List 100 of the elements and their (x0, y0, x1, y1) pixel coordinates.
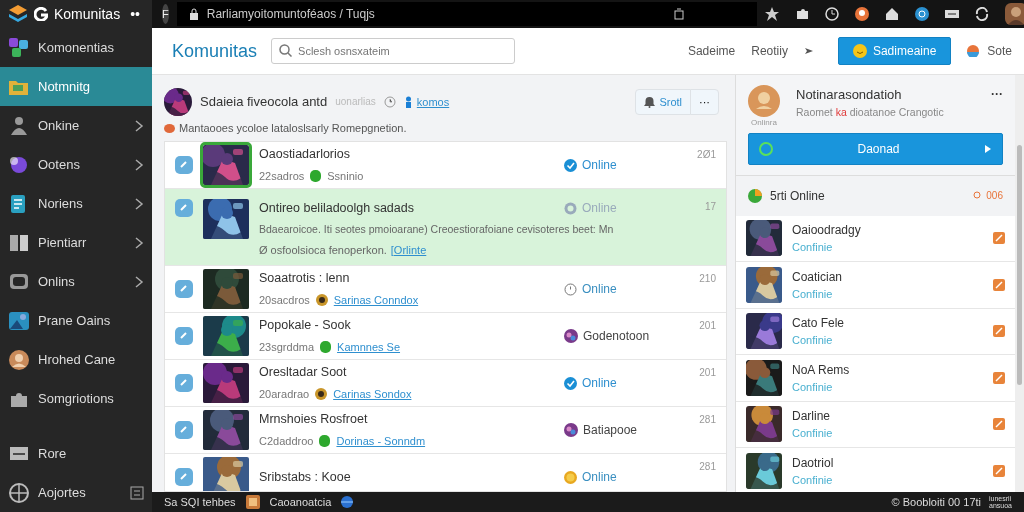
row-description: Ø osfoolsioca fenoperkon. (259, 242, 387, 258)
row-link[interactable]: Ssninio (327, 168, 364, 185)
page-title: Komunitas (172, 39, 258, 63)
member-status: Confinie (792, 426, 834, 442)
link-icon[interactable] (175, 199, 193, 217)
member-name: Cato Fele (792, 315, 846, 333)
member-row[interactable]: NoA Rems Confinie (736, 355, 1015, 402)
refresh-icon[interactable] (974, 7, 989, 21)
lock-icon (188, 8, 199, 20)
member-row[interactable]: Daotriol Confinie (736, 448, 1015, 492)
member-status: Confinie (792, 333, 834, 349)
list-row[interactable]: Mrnshoies Rosfroet C2daddroo Dorinas - Sonndm Batiapooe 281 (165, 407, 726, 454)
sidebar-item[interactable]: Hrohed Cane (0, 340, 152, 379)
row-title: Ontireo beliladoolgh sadads (259, 200, 414, 217)
link-icon[interactable] (175, 374, 193, 392)
scrollbar[interactable] (1015, 75, 1024, 492)
sidebar-item[interactable]: Prane Oains (0, 301, 152, 340)
status-label: Godenotoon (583, 328, 650, 345)
row-number: 281 (698, 413, 716, 427)
profile-name: Notinarasondatioh (796, 86, 903, 104)
record-icon[interactable] (854, 7, 869, 21)
row-link[interactable]: Carinas Sondox (333, 386, 412, 403)
link-icon[interactable] (175, 468, 193, 486)
edit-icon[interactable] (993, 278, 1005, 291)
list-row[interactable]: Popokale - Sook 23sgrddma Kamnnes Se Godenotoon 201 (165, 313, 726, 360)
member-row[interactable]: Coatician Confinie (736, 262, 1015, 309)
post-subtitle: uonarlias (335, 95, 376, 110)
star-icon[interactable] (764, 7, 779, 21)
row-count: 22sadros (259, 169, 305, 185)
sidebar-item[interactable]: Somgriotions (0, 379, 152, 418)
member-row[interactable]: Oaioodradgy Confinie (736, 215, 1015, 263)
link-icon[interactable] (175, 280, 193, 298)
member-row[interactable]: Darline Confinie (736, 401, 1015, 449)
tab-button[interactable]: F (162, 4, 169, 24)
list-row[interactable]: Ontireo beliladoolgh sadads Online Bdaearoicoe. Iti seotes pmoioarane) Creoestiorafoiane cevisoteres beet: Mn Ø osfoolsioca fenoperkon. [Orlinte 17 (165, 189, 726, 266)
member-name: Oaioodradgy (792, 222, 862, 240)
member-status: Confinie (792, 379, 834, 395)
search-field[interactable]: Sclesh osnsxateim (271, 38, 516, 64)
link-icon[interactable] (175, 327, 193, 345)
sidebar-item[interactable]: Onkine (0, 106, 152, 145)
status-label: Online (582, 157, 617, 174)
row-link[interactable]: Dorinas - Sonndm (336, 433, 426, 450)
scrollbar-thumb[interactable] (1017, 145, 1022, 385)
sidebar-item[interactable]: Notmnitg (0, 67, 152, 106)
brand-menu[interactable]: •• (130, 3, 140, 25)
edit-icon[interactable] (993, 371, 1005, 384)
chevron-icon (984, 144, 992, 154)
member-name: Coatician (792, 268, 844, 286)
edit-icon[interactable] (993, 325, 1005, 338)
member-status: Confinie (792, 472, 834, 488)
brand-name: Komunitas (54, 4, 121, 24)
clock-icon[interactable] (824, 7, 839, 21)
status-label: Online (582, 469, 617, 486)
profile-link[interactable]: Sote (967, 42, 1012, 60)
row-link[interactable]: Kamnnes Se (337, 339, 401, 356)
avatar-caption: Onlinra (751, 117, 777, 129)
sidebar-item[interactable]: Komonentias (0, 28, 152, 67)
link-icon[interactable] (175, 156, 193, 174)
sidebar-item[interactable]: Noriens (0, 184, 152, 223)
more-button[interactable]: ··· (991, 85, 1003, 103)
online-count: 006 (972, 188, 1003, 204)
edit-icon[interactable] (993, 232, 1005, 245)
sidebar-item[interactable]: Onlins (0, 262, 152, 301)
card-icon[interactable] (944, 7, 959, 21)
edit-icon[interactable] (993, 418, 1005, 431)
copyright-text: © Boobloiti 00 17ti (891, 494, 982, 510)
g-logo-icon (34, 7, 48, 21)
sidebar-item[interactable]: Rore (0, 434, 152, 473)
send-icon[interactable] (803, 46, 814, 56)
post-title: Sdaieia fiveocola antd (200, 93, 328, 111)
row-number: 201 (698, 319, 716, 333)
bell-icon (644, 95, 656, 108)
row-link[interactable]: Sarinas Conndox (333, 292, 419, 309)
picture-icon (8, 309, 30, 332)
avatar-icon (748, 85, 780, 117)
row-count: 20sacdros (259, 293, 310, 309)
sidebar-item[interactable]: Ootens (0, 145, 152, 184)
avatar-icon[interactable] (1004, 3, 1024, 25)
sync-icon[interactable] (914, 7, 929, 21)
sidebar-item[interactable]: Pientiarr (0, 223, 152, 262)
circle-icon (967, 45, 980, 57)
row-number: 17 (703, 200, 716, 214)
member-row[interactable]: Cato Fele Confinie (736, 308, 1015, 356)
member-name: Darline (792, 408, 831, 426)
link-icon[interactable] (175, 421, 193, 439)
edit-icon[interactable] (993, 464, 1005, 477)
more-button[interactable]: ··· (690, 88, 719, 115)
list-row[interactable]: Soaatrotis : lenn 20sacdros Sarinas Conndox Online 210 (165, 266, 726, 313)
address-bar[interactable]: Rarliamyoitomuntoféaos / Tuqjs (176, 2, 757, 26)
row-title: Mrnshoies Rosfroet (259, 411, 369, 429)
home-icon[interactable] (884, 7, 899, 21)
nav-link[interactable]: Sadeime (687, 42, 736, 60)
row-description: Bdaearoicoe. Iti seotes pmoioarane) Creoestiorafoiane cevisoteres beet: Mn (259, 221, 614, 237)
member-status: Confinie (792, 286, 834, 302)
sidebar-item[interactable]: Aojortes (0, 473, 152, 512)
list-row[interactable]: Oresltadar Soot 20aradrao Carinas Sondox Online 201 (165, 360, 726, 407)
status-label: Batiapooe (583, 422, 638, 439)
clock-icon (383, 95, 396, 108)
nav-link[interactable]: Reotiiy (751, 42, 788, 60)
member-name: NoA Rems (792, 361, 851, 379)
